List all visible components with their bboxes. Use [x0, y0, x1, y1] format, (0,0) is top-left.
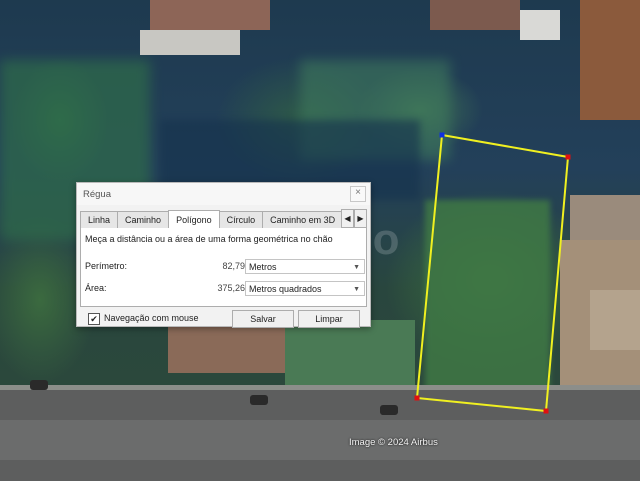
perimeter-unit: Metros: [249, 262, 277, 272]
dialog-footer: ✔ Navegação com mouse Salvar Limpar: [80, 310, 367, 332]
polygon-vertex[interactable]: [414, 395, 420, 401]
panel-description: Meça a distância ou a área de uma forma …: [85, 234, 333, 244]
dialog-titlebar[interactable]: Régua ×: [77, 183, 370, 205]
chevron-down-icon: ▼: [353, 286, 360, 293]
mouse-nav-checkbox[interactable]: ✔: [88, 313, 100, 325]
polygon-panel: Meça a distância ou a área de uma forma …: [80, 228, 367, 307]
polygon-outline[interactable]: [415, 133, 570, 413]
save-button[interactable]: Salvar: [232, 310, 294, 328]
close-icon[interactable]: ×: [350, 186, 366, 202]
ruler-dialog: Régua × Linha Caminho Polígono Círculo C…: [76, 182, 371, 328]
tab-caminho[interactable]: Caminho: [117, 211, 170, 228]
area-unit: Metros quadrados: [249, 284, 322, 294]
perimeter-value: 82,79: [222, 261, 245, 271]
area-value: 375,26: [217, 283, 245, 293]
area-unit-select[interactable]: Metros quadrados ▼: [245, 281, 365, 296]
polygon-vertex[interactable]: [439, 132, 445, 138]
chevron-down-icon: ▼: [353, 264, 360, 271]
chevron-left-icon[interactable]: ◀: [341, 209, 354, 228]
tab-poligono[interactable]: Polígono: [168, 210, 220, 229]
area-label: Área:: [85, 283, 107, 293]
tab-linha[interactable]: Linha: [80, 211, 119, 228]
perimeter-label: Perímetro:: [85, 261, 128, 271]
ruler-tabs: Linha Caminho Polígono Círculo Caminho e…: [80, 209, 367, 229]
dialog-title: Régua: [83, 188, 111, 200]
mouse-nav-label[interactable]: Navegação com mouse: [104, 313, 199, 323]
imagery-credit: Image © 2024 Airbus: [349, 437, 438, 448]
clear-button[interactable]: Limpar: [298, 310, 360, 328]
chevron-right-icon[interactable]: ▶: [354, 209, 367, 228]
polygon-vertex[interactable]: [543, 408, 549, 414]
polygon-vertex[interactable]: [565, 154, 571, 160]
tab-scroll: ◀ ▶: [341, 209, 367, 228]
tab-caminho-3d[interactable]: Caminho em 3D: [262, 211, 344, 228]
perimeter-unit-select[interactable]: Metros ▼: [245, 259, 365, 274]
tab-circulo[interactable]: Círculo: [218, 211, 264, 228]
